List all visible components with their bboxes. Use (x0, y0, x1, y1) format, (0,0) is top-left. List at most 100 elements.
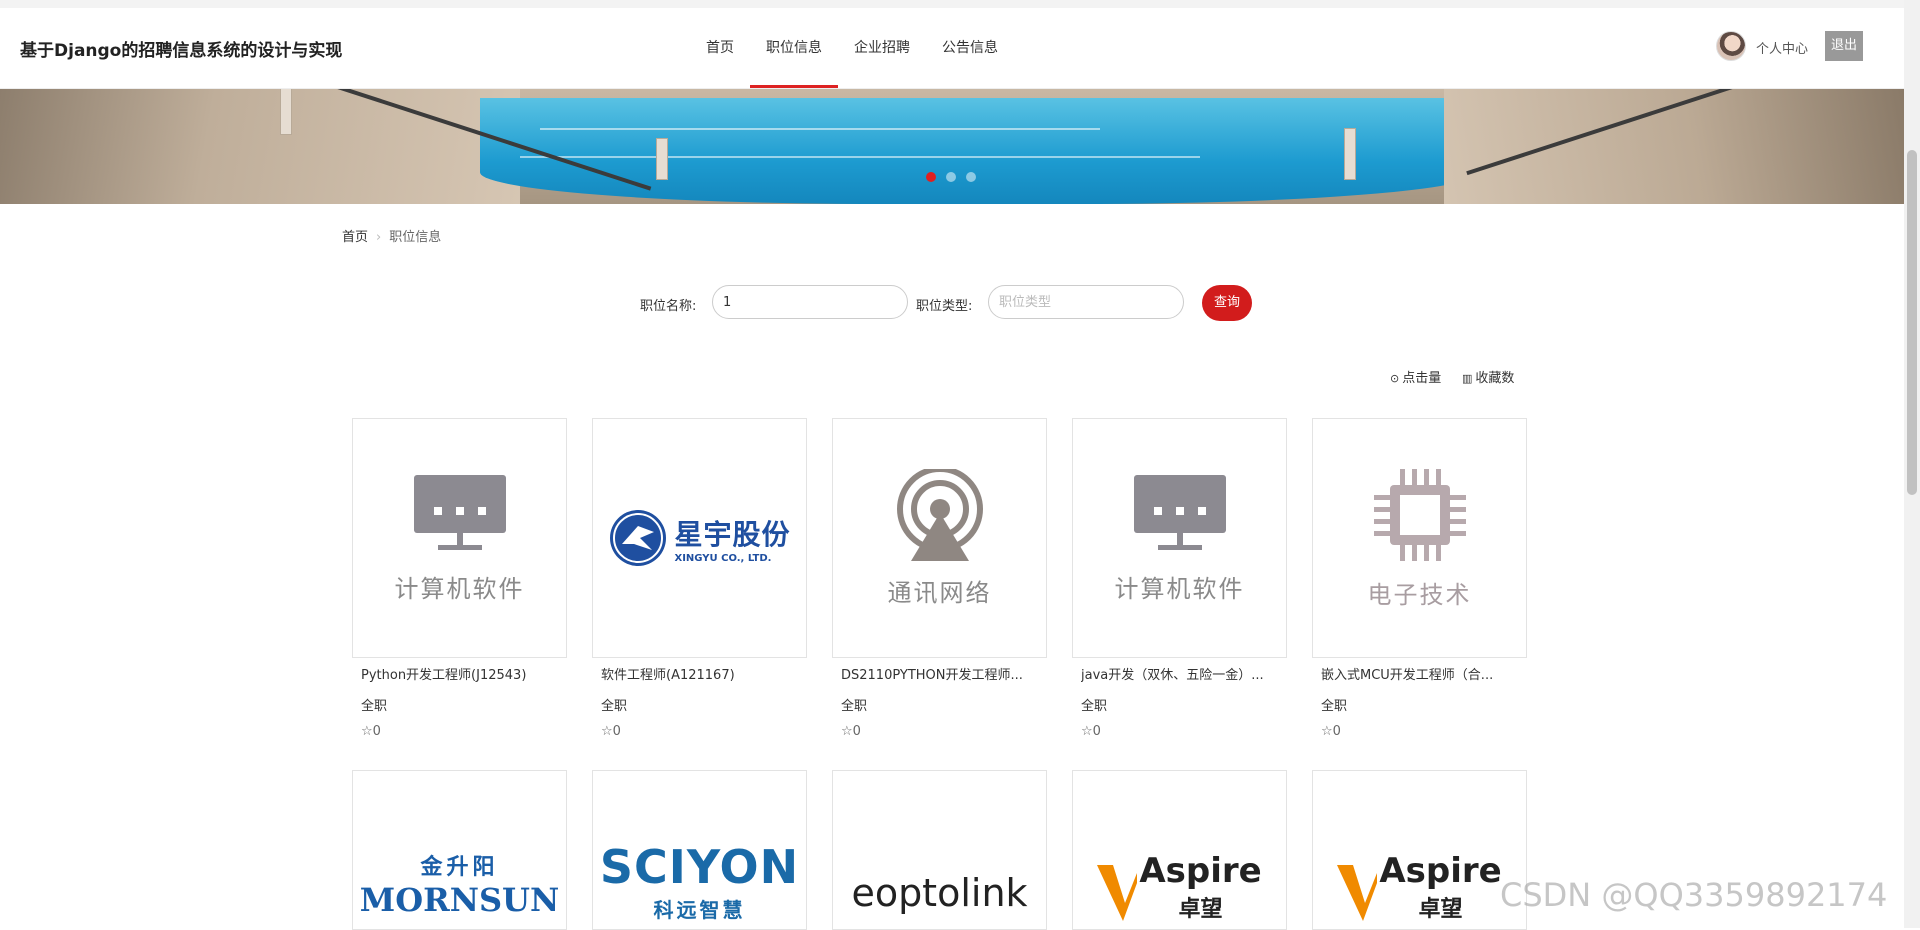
search-button[interactable]: 查询 (1202, 285, 1252, 321)
clock-icon: ⊙ (1390, 372, 1400, 385)
job-thumbnail[interactable]: SCIYON 科远智慧 (592, 770, 807, 930)
nav-label: 首页 (706, 40, 734, 56)
job-card[interactable]: Aspire 卓望 (1312, 770, 1527, 930)
nav-home[interactable]: 首页 (690, 8, 750, 88)
logo-subtitle: 卓望 (1178, 897, 1223, 922)
favorite-count: ☆0 (1081, 724, 1287, 739)
mornsun-logo: MORNSUN (359, 881, 560, 919)
category-label: 计算机软件 (394, 574, 525, 603)
favorite-value: 0 (852, 724, 861, 739)
job-thumbnail[interactable]: 电子技术 (1312, 418, 1527, 658)
nav-notices[interactable]: 公告信息 (926, 8, 1014, 88)
job-card[interactable]: 星宇股份 XINGYU CO., LTD. 软件工程师(A121167) 全职 … (592, 418, 807, 739)
job-card[interactable]: SCIYON 科远智慧 (592, 770, 807, 930)
carousel-dot-3[interactable] (966, 172, 976, 182)
nav-label: 企业招聘 (854, 40, 910, 56)
sort-label: 收藏数 (1475, 371, 1515, 386)
job-type: 全职 (601, 699, 628, 714)
nav-jobs[interactable]: 职位信息 (750, 8, 838, 88)
job-card[interactable]: 通讯网络 DS2110PYTHON开发工程师... 全职 ☆0 (832, 418, 1047, 739)
job-name-label: 职位名称: (640, 299, 697, 314)
nav-label: 职位信息 (766, 40, 822, 56)
job-card[interactable]: Aspire 卓望 (1072, 770, 1287, 930)
favorite-count: ☆0 (1321, 724, 1527, 739)
watermark: CSDN @QQ3359892174 (1500, 876, 1888, 914)
favorite-value: 0 (1092, 724, 1101, 739)
job-card[interactable]: eoptolink (832, 770, 1047, 930)
sciyon-logo: SCIYON (599, 840, 800, 894)
sort-label: 点击量 (1402, 371, 1442, 386)
job-type-input[interactable]: 职位类型 (988, 285, 1184, 319)
job-name-input[interactable]: 1 (712, 285, 908, 319)
job-thumbnail[interactable]: eoptolink (832, 770, 1047, 930)
job-title[interactable]: Python开发工程师(J12543) (361, 664, 561, 683)
job-card[interactable]: 计算机软件 java开发（双休、五险一金）... 全职 ☆0 (1072, 418, 1287, 739)
job-thumbnail[interactable]: 星宇股份 XINGYU CO., LTD. (592, 418, 807, 658)
sort-by-favorites[interactable]: ▥ 收藏数 (1462, 367, 1514, 386)
avatar[interactable] (1716, 31, 1746, 61)
job-title[interactable]: 嵌入式MCU开发工程师（合... (1321, 664, 1521, 683)
breadcrumb-separator: › (376, 230, 382, 245)
sciyon-logo-cn: 科远智慧 (653, 898, 746, 922)
breadcrumb: 首页 › 职位信息 (342, 226, 441, 245)
breadcrumb-current: 职位信息 (389, 230, 442, 245)
star-icon: ☆ (1321, 724, 1333, 739)
job-type: 全职 (1321, 699, 1348, 714)
banner-column (280, 88, 292, 135)
xingyu-logo: 星宇股份 XINGYU CO., LTD. (674, 513, 790, 564)
favorite-value: 0 (612, 724, 621, 739)
signal-icon (896, 468, 983, 561)
monitor-icon (1133, 474, 1226, 550)
sort-by-clicks[interactable]: ⊙ 点击量 (1390, 367, 1441, 386)
job-card[interactable]: 金升阳 MORNSUN (352, 770, 567, 930)
job-thumbnail[interactable]: 计算机软件 (352, 418, 567, 658)
monitor-icon (413, 474, 506, 550)
aspire-logo-icon (1337, 865, 1378, 921)
banner-column (1344, 128, 1356, 180)
job-thumbnail[interactable]: Aspire 卓望 (1072, 770, 1287, 930)
favorite-value: 0 (372, 724, 381, 739)
banner-deck-left (0, 88, 520, 204)
star-icon: ☆ (361, 724, 373, 739)
banner-pool (480, 98, 1480, 204)
top-strip (0, 0, 1904, 8)
logo-subtitle: XINGYU CO., LTD. (674, 552, 772, 564)
job-type: 全职 (841, 699, 868, 714)
user-center-link[interactable]: 个人中心 (1756, 38, 1808, 57)
job-card[interactable]: 电子技术 嵌入式MCU开发工程师（合... 全职 ☆0 (1312, 418, 1527, 739)
logo-name: Aspire (1379, 851, 1502, 891)
job-title[interactable]: DS2110PYTHON开发工程师... (841, 664, 1041, 683)
banner-carousel[interactable] (0, 88, 1904, 204)
breadcrumb-home[interactable]: 首页 (342, 230, 368, 245)
header: 基于Django的招聘信息系统的设计与实现 首页 职位信息 企业招聘 公告信息 … (0, 8, 1904, 89)
scrollbar-thumb[interactable] (1907, 150, 1917, 495)
logo-subtitle: 卓望 (1418, 897, 1463, 922)
bar-chart-icon: ▥ (1462, 372, 1473, 385)
job-card[interactable]: 计算机软件 Python开发工程师(J12543) 全职 ☆0 (352, 418, 567, 739)
page-scrollbar[interactable] (1904, 0, 1920, 928)
job-title[interactable]: 软件工程师(A121167) (601, 664, 801, 683)
logout-button[interactable]: 退出 (1825, 31, 1863, 61)
main-nav: 首页 职位信息 企业招聘 公告信息 (690, 8, 1014, 88)
job-thumbnail[interactable]: 计算机软件 (1072, 418, 1287, 658)
chip-icon (1373, 468, 1466, 561)
logo-name: 星宇股份 (674, 517, 791, 551)
job-thumbnail[interactable]: Aspire 卓望 (1312, 770, 1527, 930)
job-type-label: 职位类型: (916, 299, 973, 314)
job-thumbnail[interactable]: 通讯网络 (832, 418, 1047, 658)
nav-companies[interactable]: 企业招聘 (838, 8, 926, 88)
aspire-logo: Aspire 卓望 (1379, 851, 1501, 923)
favorite-count: ☆0 (601, 724, 807, 739)
favorite-count: ☆0 (841, 724, 1047, 739)
job-thumbnail[interactable]: 金升阳 MORNSUN (352, 770, 567, 930)
site-title: 基于Django的招聘信息系统的设计与实现 (20, 41, 343, 61)
aspire-logo-icon (1097, 865, 1138, 921)
category-label: 计算机软件 (1114, 574, 1245, 603)
carousel-dot-2[interactable] (946, 172, 956, 182)
carousel-dot-1[interactable] (926, 172, 936, 182)
star-icon: ☆ (601, 724, 613, 739)
star-icon: ☆ (841, 724, 853, 739)
job-title[interactable]: java开发（双休、五险一金）... (1081, 664, 1281, 683)
banner-column (656, 138, 668, 180)
aspire-logo: Aspire 卓望 (1139, 851, 1261, 923)
